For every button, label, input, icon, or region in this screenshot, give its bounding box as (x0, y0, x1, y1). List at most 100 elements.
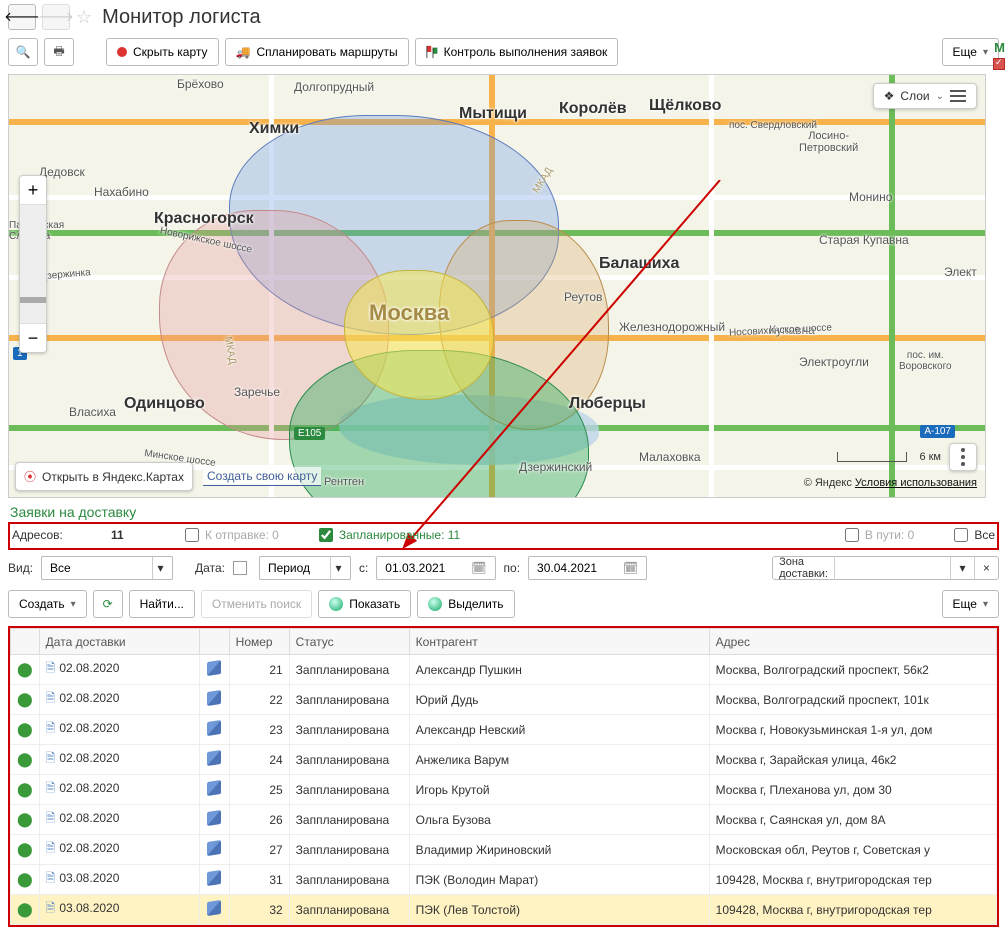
view-label: Вид: (8, 561, 33, 575)
toolbar-more-button[interactable]: Еще ▾ (942, 38, 999, 66)
map-label: Щёлково (649, 97, 721, 115)
select-on-map-button[interactable]: Выделить (417, 590, 514, 618)
map-zoom-control[interactable]: + − (19, 175, 47, 353)
create-map-link[interactable]: Создать свою карту (203, 467, 321, 486)
box-icon (207, 900, 221, 916)
terms-link[interactable]: Условия использования (855, 477, 977, 489)
col-date[interactable]: Дата доставки (39, 629, 199, 655)
zone-dropdown-button[interactable]: ▾ (950, 557, 974, 579)
favorite-star-icon[interactable]: ☆ (76, 7, 92, 28)
from-label: с: (359, 561, 368, 575)
map-label: Одинцово (124, 395, 205, 413)
hamburger-icon (950, 90, 966, 102)
col-box[interactable] (199, 629, 229, 655)
date-from-input[interactable]: 🗓 (376, 556, 495, 580)
zoom-in-button[interactable]: + (20, 176, 46, 204)
delivery-zone-group[interactable]: Зона доставки: ▾ × (772, 556, 999, 580)
col-number[interactable]: Номер (229, 629, 289, 655)
road-badge: Е105 (294, 427, 325, 440)
calendar-icon[interactable]: 🗓 (467, 561, 490, 575)
date-to-field[interactable] (535, 558, 615, 578)
date-from-field[interactable] (383, 558, 463, 578)
actions-more-button[interactable]: Еще ▾ (942, 590, 999, 618)
table-row[interactable]: ⬤🗎02.08.202022ЗаппланированаЮрий ДудьМос… (11, 685, 997, 715)
map-label: Власиха (69, 405, 116, 419)
toolbar-more-label: Еще (953, 45, 977, 59)
map-label: Старая Купавна (819, 233, 909, 247)
caret-down-icon[interactable]: ▾ (152, 557, 168, 579)
row-marker-icon: ⬤ (17, 781, 33, 797)
filter-to-send-label: К отправке: 0 (205, 528, 279, 542)
create-button[interactable]: Создать ▾ (8, 590, 87, 618)
addresses-count: 11 (111, 528, 171, 542)
map-options-button[interactable] (949, 443, 977, 471)
find-button[interactable]: Найти... (129, 590, 195, 618)
zoom-out-button[interactable]: − (20, 324, 46, 352)
map-label: Долгопрудный (294, 80, 374, 94)
col-address[interactable]: Адрес (709, 629, 996, 655)
table-row[interactable]: ⬤🗎02.08.202024ЗаппланированаАнжелика Вар… (11, 745, 997, 775)
side-panel-check-icon[interactable] (993, 58, 1005, 70)
globe-icon (428, 597, 442, 611)
map-label: Реутов (564, 290, 602, 304)
table-row[interactable]: ⬤🗎02.08.202026ЗаппланированаОльга Бузова… (11, 805, 997, 835)
box-icon (207, 810, 221, 826)
col-pin[interactable] (11, 629, 40, 655)
map-layers-button[interactable]: ❖ Слои ⌄ (873, 83, 977, 109)
map-label-moscow: Москва (369, 300, 449, 326)
period-select[interactable]: ▾ (259, 556, 351, 580)
cancel-find-button[interactable]: Отменить поиск (201, 590, 312, 618)
caret-down-icon[interactable]: ▾ (330, 557, 346, 579)
plan-routes-label: Спланировать маршруты (256, 45, 397, 59)
show-on-map-button[interactable]: Показать (318, 590, 411, 618)
box-icon (207, 660, 221, 676)
nav-back-button[interactable]: 🡐 (8, 4, 36, 30)
hide-map-button[interactable]: Скрыть карту (106, 38, 219, 66)
table-row[interactable]: ⬤🗎02.08.202027ЗаппланированаВладимир Жир… (11, 835, 997, 865)
print-button[interactable]: 🖶 (44, 38, 74, 66)
view-select-input[interactable] (48, 558, 148, 578)
filter-all[interactable]: Все (954, 528, 995, 542)
pin-icon: ⦿ (24, 468, 36, 485)
control-requests-button[interactable]: Контроль выполнения заявок (415, 38, 619, 66)
map-label: Мытищи (459, 105, 527, 123)
filter-planned[interactable]: Запланированные: 11 (319, 528, 460, 542)
search-button[interactable]: 🔍 (8, 38, 38, 66)
period-input[interactable] (266, 558, 326, 578)
chevron-down-icon: ▾ (71, 599, 76, 610)
plan-routes-button[interactable]: 🚚Спланировать маршруты (225, 38, 409, 66)
col-party[interactable]: Контрагент (409, 629, 709, 655)
requests-table[interactable]: Дата доставки Номер Статус Контрагент Ад… (10, 628, 997, 925)
filter-to-send[interactable]: К отправке: 0 (185, 528, 279, 542)
refresh-button[interactable]: ⟳ (93, 590, 123, 618)
row-marker-icon: ⬤ (17, 661, 33, 677)
pin-icon (117, 47, 127, 57)
table-row[interactable]: ⬤🗎02.08.202021ЗаппланированаАлександр Пу… (11, 655, 997, 685)
document-icon: 🗎 (46, 841, 56, 855)
table-row[interactable]: ⬤🗎03.08.202032ЗаппланированаПЭК (Лев Тол… (11, 895, 997, 925)
table-row[interactable]: ⬤🗎03.08.202031ЗаппланированаПЭК (Володин… (11, 865, 997, 895)
box-icon (207, 690, 221, 706)
table-row[interactable]: ⬤🗎02.08.202023ЗаппланированаАлександр Не… (11, 715, 997, 745)
date-enable-checkbox[interactable] (233, 561, 247, 575)
filter-in-transit[interactable]: В пути: 0 (845, 528, 914, 542)
map-label: Королёв (559, 100, 627, 118)
date-to-input[interactable]: 🗓 (528, 556, 647, 580)
zone-clear-button[interactable]: × (974, 557, 998, 579)
map-label: Лосино- Петровский (799, 130, 858, 154)
nav-forward-button[interactable]: 🡒 (42, 4, 70, 30)
zone-input[interactable] (835, 557, 950, 579)
zone-label: Зона доставки: (773, 556, 835, 580)
table-row[interactable]: ⬤🗎02.08.202025ЗаппланированаИгорь Крутой… (11, 775, 997, 805)
map-copyright: © Яндекс Условия использования (804, 475, 977, 491)
map-label: Элект (944, 265, 977, 279)
box-icon (207, 840, 221, 856)
calendar-icon[interactable]: 🗓 (619, 561, 642, 575)
col-status[interactable]: Статус (289, 629, 409, 655)
map-container[interactable]: Москва Химки Мытищи Королёв Щёлково Бала… (8, 74, 986, 498)
chevron-down-icon: ▾ (983, 599, 988, 610)
zoom-slider[interactable] (20, 204, 46, 324)
view-select[interactable]: ▾ (41, 556, 173, 580)
open-yandex-maps-button[interactable]: ⦿ Открыть в Яндекс.Картах (15, 462, 193, 491)
map-label: Монино (849, 190, 892, 204)
